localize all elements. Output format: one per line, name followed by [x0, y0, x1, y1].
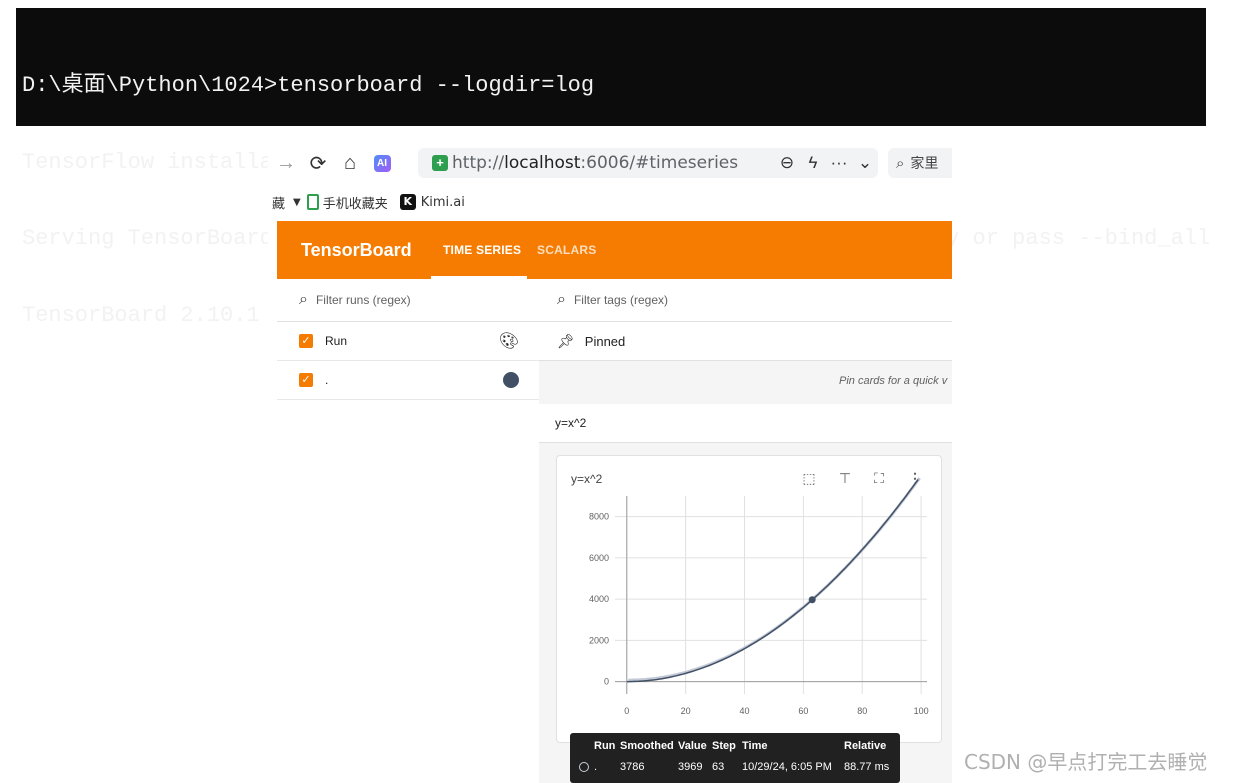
- run-color-swatch[interactable]: [503, 372, 519, 388]
- tooltip-time: 10/29/24, 6:05 PM: [742, 761, 832, 773]
- tensorboard-app: TensorBoard TIME SERIES SCALARS ⌕ Filter…: [277, 221, 952, 783]
- watermark: CSDN @早点打完工去睡觉: [964, 750, 1208, 774]
- tooltip-data-row: . 3786 3969 63 10/29/24, 6:05 PM 88.77 m…: [570, 761, 900, 781]
- tab-scalars[interactable]: SCALARS: [537, 243, 596, 257]
- run-filter[interactable]: ⌕ Filter runs (regex): [277, 279, 539, 322]
- browser-search-box[interactable]: ⌕ 家里: [888, 148, 952, 178]
- bookmarks-bar: 藏 ▼ 手机收藏夹 K Kimi.ai: [268, 190, 952, 214]
- terminal-line: D:\桌面\Python\1024>tensorboard --logdir=l…: [22, 73, 595, 98]
- tooltip-smoothed: 3786: [620, 761, 645, 773]
- home-button[interactable]: ⌂: [334, 147, 366, 179]
- run-row[interactable]: ✓ .: [277, 361, 539, 400]
- chart-tooltip: Run Smoothed Value Step Time Relative . …: [570, 733, 900, 783]
- y-tick-label: 8000: [589, 512, 609, 522]
- tab-time-series[interactable]: TIME SERIES: [443, 243, 521, 257]
- bookmark-mobile-favorites[interactable]: 手机收藏夹: [323, 193, 388, 212]
- lightning-icon[interactable]: ϟ: [800, 153, 826, 173]
- tag-group-header[interactable]: y=x^2: [539, 404, 952, 443]
- bookmark-folder[interactable]: 藏: [272, 193, 285, 212]
- browser-window: → ⟳ ⌂ AI + http://localhost:6006/#timese…: [268, 140, 952, 783]
- x-tick-label: 0: [624, 706, 629, 716]
- runs-sidebar: ⌕ Filter runs (regex) ✓ Run 🎨︎ ✓ .: [277, 279, 540, 783]
- pin-icon: 📌︎: [557, 332, 575, 349]
- tooltip-value: 3969: [678, 761, 703, 773]
- zoom-out-icon[interactable]: ⊖: [774, 153, 800, 173]
- tooltip-run: .: [594, 761, 598, 773]
- x-tick-label: 80: [857, 706, 867, 716]
- url-text[interactable]: http://localhost:6006/#timeseries: [452, 153, 738, 173]
- raw-series-line: [628, 477, 921, 682]
- more-icon[interactable]: ···: [826, 153, 852, 173]
- tag-filter[interactable]: ⌕ Filter tags (regex): [539, 279, 952, 322]
- tooltip-step: 63: [712, 761, 725, 773]
- run-row-header[interactable]: ✓ Run 🎨︎: [277, 322, 539, 361]
- pinned-section-header: 📌︎ Pinned: [539, 322, 952, 361]
- x-tick-label: 40: [740, 706, 750, 716]
- search-icon: ⌕: [299, 291, 308, 308]
- y-tick-label: 6000: [589, 553, 609, 563]
- terminal-window: D:\桌面\Python\1024>tensorboard --logdir=l…: [16, 8, 1210, 328]
- tensorboard-brand[interactable]: TensorBoard: [301, 240, 412, 261]
- x-tick-label: 20: [681, 706, 691, 716]
- secure-shield-icon: +: [432, 155, 448, 171]
- tooltip-header-row: Run Smoothed Value Step Time Relative: [570, 740, 900, 760]
- reload-button[interactable]: ⟳: [302, 147, 334, 179]
- run-label: .: [325, 373, 329, 387]
- tooltip-header-value: Value: [678, 740, 707, 752]
- chevron-down-icon[interactable]: ⌄: [852, 153, 878, 173]
- tooltip-header-step: Step: [712, 740, 736, 752]
- run-filter-placeholder: Filter runs (regex): [315, 293, 411, 307]
- ai-assistant-button[interactable]: AI: [366, 147, 398, 179]
- scalar-card: y=x^2 ⬚ ⊤ ⛶ ⋮ 0 2000 4000 6000 8000 0 20 40 60 80…: [556, 455, 942, 743]
- checkbox-checked-icon[interactable]: ✓: [299, 373, 313, 387]
- tooltip-relative: 88.77 ms: [844, 761, 890, 773]
- highlight-point: [808, 596, 816, 604]
- url-host: localhost: [504, 153, 581, 173]
- url-scheme: http://: [452, 153, 505, 173]
- x-tick-label: 60: [798, 706, 808, 716]
- y-tick-label: 2000: [589, 635, 609, 645]
- tensorboard-header: TensorBoard TIME SERIES SCALARS: [277, 221, 952, 279]
- url-path: :6006/#timeseries: [580, 153, 739, 173]
- y-tick-label: 4000: [589, 594, 609, 604]
- series-line: [626, 479, 919, 683]
- pinned-label: Pinned: [584, 333, 626, 349]
- search-placeholder: 家里: [910, 155, 939, 171]
- tag-filter-placeholder: Filter tags (regex): [573, 293, 668, 307]
- checkbox-checked-icon[interactable]: ✓: [299, 334, 313, 348]
- tooltip-header-smoothed: Smoothed: [620, 740, 674, 752]
- address-bar[interactable]: + http://localhost:6006/#timeseries ⊖ ϟ …: [418, 148, 878, 178]
- tag-group-title: y=x^2: [555, 416, 587, 430]
- time-series-main: ⌕ Filter tags (regex) 📌︎ Pinned Pin card…: [539, 279, 952, 783]
- forward-button[interactable]: →: [270, 147, 302, 179]
- bookmark-kimi[interactable]: Kimi.ai: [421, 195, 465, 210]
- kimi-icon: K: [399, 194, 416, 210]
- run-color-dot-icon: [579, 762, 589, 772]
- pin-hint-text: Pin cards for a quick v: [839, 375, 948, 387]
- x-tick-label: 100: [914, 706, 929, 716]
- phone-icon: [306, 194, 319, 210]
- line-chart[interactable]: 0 2000 4000 6000 8000 0 20 40 60 80 100: [557, 456, 941, 742]
- search-icon: ⌕: [557, 291, 566, 308]
- pinned-hint: Pin cards for a quick v: [539, 361, 952, 404]
- tooltip-header-relative: Relative: [844, 740, 887, 752]
- run-label: Run: [325, 334, 348, 348]
- tooltip-header-time: Time: [742, 740, 768, 752]
- tooltip-header-run: Run: [594, 740, 616, 752]
- y-tick-label: 0: [604, 677, 609, 687]
- search-icon: ⌕: [896, 154, 905, 172]
- ai-icon: AI: [373, 154, 391, 172]
- palette-icon[interactable]: 🎨︎: [499, 331, 519, 351]
- caret-down-icon[interactable]: ▼: [293, 197, 301, 208]
